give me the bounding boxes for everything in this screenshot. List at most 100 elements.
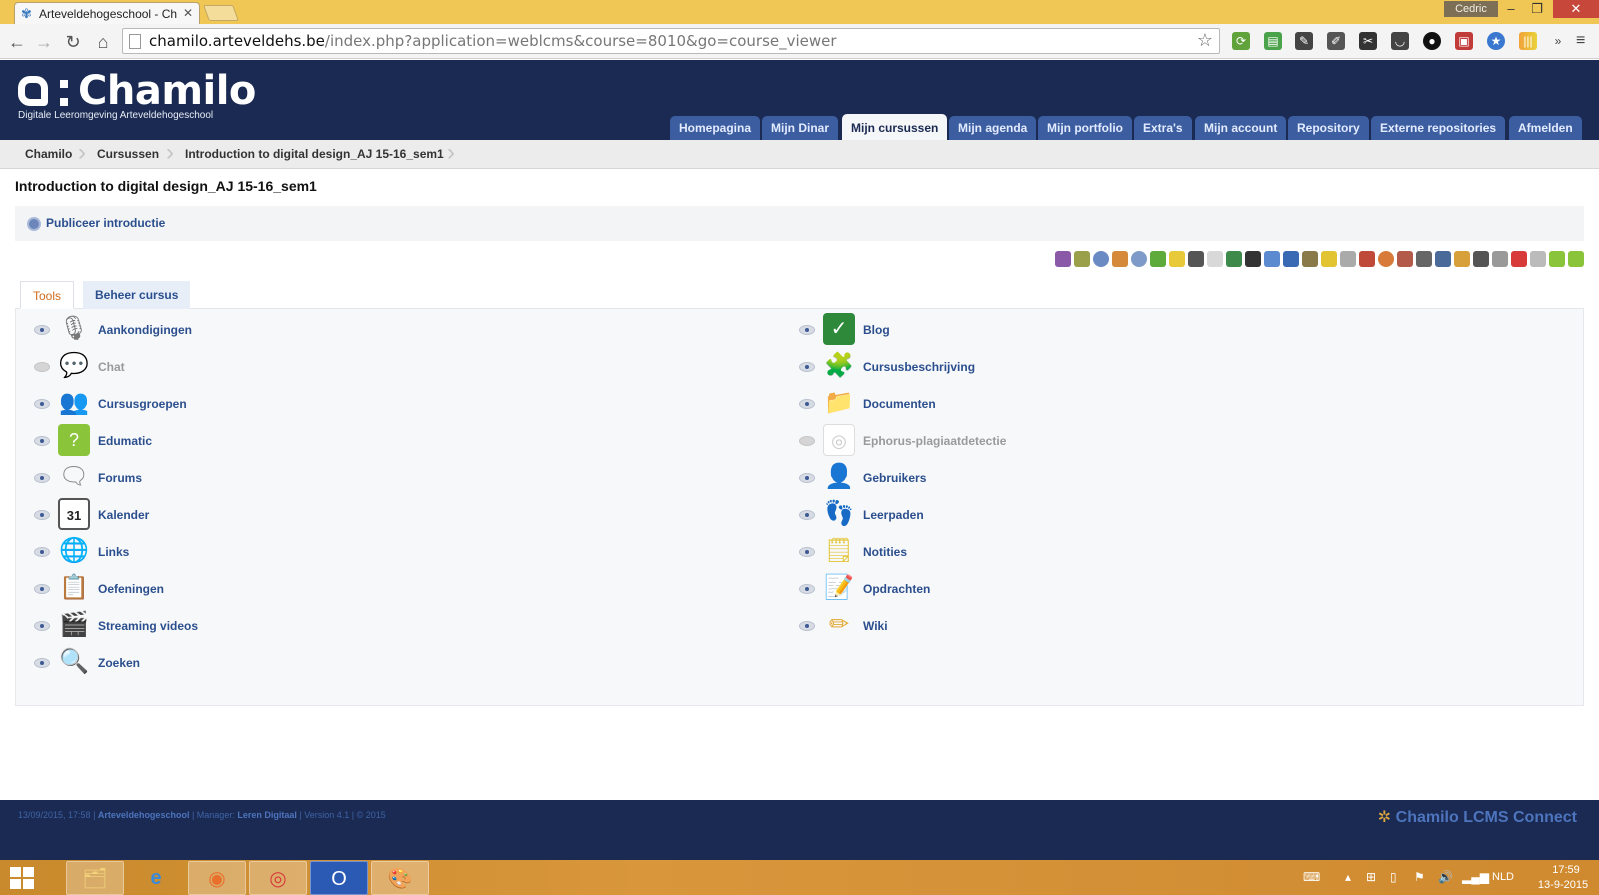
footer-manager-link[interactable]: Leren Digitaal <box>237 810 297 820</box>
tool-label[interactable]: Blog <box>863 323 890 337</box>
bookmark-star-icon[interactable]: ☆ <box>1197 30 1213 51</box>
tool-label[interactable]: Chat <box>98 360 125 374</box>
extension-pocket-icon[interactable]: ◡ <box>1391 32 1409 50</box>
visible-eye-icon[interactable] <box>34 584 50 594</box>
back-arrow-icon[interactable]: ← <box>6 31 28 53</box>
shortcut-icon[interactable] <box>1131 251 1147 267</box>
close-window-button[interactable]: ✕ <box>1553 0 1599 18</box>
visible-eye-icon[interactable] <box>34 473 50 483</box>
extension-print-icon[interactable]: ▤ <box>1264 32 1282 50</box>
network-signal-icon[interactable]: ▂▄▆ <box>1462 870 1489 884</box>
tool-label[interactable]: Streaming videos <box>98 619 198 633</box>
shortcut-icon[interactable] <box>1150 251 1166 267</box>
shortcut-icon[interactable] <box>1226 251 1242 267</box>
tab-tools[interactable]: Tools <box>20 281 75 309</box>
reload-icon[interactable]: ↻ <box>62 31 84 53</box>
nav-homepagina[interactable]: Homepagina <box>670 116 761 140</box>
hidden-eye-icon[interactable] <box>34 362 50 372</box>
tool-label[interactable]: Opdrachten <box>863 582 930 596</box>
tool-label[interactable]: Edumatic <box>98 434 152 448</box>
tool-cursusbeschrijving[interactable]: 🧩 Cursusbeschrijving <box>799 350 1319 384</box>
tray-windows-icon[interactable]: ⊞ <box>1366 870 1376 884</box>
shortcut-icon[interactable] <box>1302 251 1318 267</box>
visible-eye-icon[interactable] <box>34 658 50 668</box>
tool-label[interactable]: Zoeken <box>98 656 140 670</box>
shortcut-icon[interactable] <box>1093 251 1109 267</box>
tool-streaming-videos[interactable]: 🎬 Streaming videos <box>34 609 554 643</box>
shortcut-icon[interactable] <box>1397 251 1413 267</box>
nav-extras[interactable]: Extra's <box>1134 116 1192 140</box>
tool-edumatic[interactable]: ? Edumatic <box>34 424 554 458</box>
visible-eye-icon[interactable] <box>799 362 815 372</box>
tool-label[interactable]: Notities <box>863 545 907 559</box>
input-language[interactable]: NLD <box>1492 871 1514 883</box>
visible-eye-icon[interactable] <box>799 325 815 335</box>
tool-wiki[interactable]: ✏ Wiki <box>799 609 1319 643</box>
nav-externe-repositories[interactable]: Externe repositories <box>1371 116 1506 140</box>
tool-opdrachten[interactable]: 📝 Opdrachten <box>799 572 1319 606</box>
action-center-flag-icon[interactable]: ⚑ <box>1414 870 1425 884</box>
shortcut-icon[interactable] <box>1283 251 1299 267</box>
extension-scissors-icon[interactable]: ✂ <box>1359 32 1377 50</box>
shortcut-icon[interactable] <box>1112 251 1128 267</box>
shortcut-icon[interactable] <box>1416 251 1432 267</box>
visible-eye-icon[interactable] <box>799 621 815 631</box>
tool-leerpaden[interactable]: 👣 Leerpaden <box>799 498 1319 532</box>
keyboard-icon[interactable]: ⌨ <box>1303 870 1320 884</box>
visible-eye-icon[interactable] <box>34 436 50 446</box>
shortcut-icon[interactable] <box>1055 251 1071 267</box>
visible-eye-icon[interactable] <box>799 473 815 483</box>
chrome-menu-icon[interactable]: ≡ <box>1576 32 1585 50</box>
shortcut-icon[interactable] <box>1245 251 1261 267</box>
shortcut-icon[interactable] <box>1321 251 1337 267</box>
tool-label[interactable]: Links <box>98 545 129 559</box>
shortcut-icon[interactable] <box>1530 251 1546 267</box>
tool-ephorus[interactable]: ◎ Ephorus-plagiaatdetectie <box>799 424 1319 458</box>
tool-forums[interactable]: 🗨 Forums <box>34 461 554 495</box>
footer-org-link[interactable]: Arteveldehogeschool <box>98 810 190 820</box>
breadcrumb-course[interactable]: Introduction to digital design_AJ 15-16_… <box>185 140 444 168</box>
tool-label[interactable]: Wiki <box>863 619 888 633</box>
chrome-icon[interactable]: ◎ <box>249 861 307 895</box>
tool-chat[interactable]: 💬 Chat <box>34 350 554 384</box>
address-bar[interactable]: chamilo.arteveldehs.be/index.php?applica… <box>122 28 1220 54</box>
windows-start-icon[interactable] <box>10 867 34 889</box>
shortcut-icon[interactable] <box>1435 251 1451 267</box>
shortcut-icon[interactable] <box>1340 251 1356 267</box>
tool-oefeningen[interactable]: 📋 Oefeningen <box>34 572 554 606</box>
shortcut-icon[interactable] <box>1359 251 1375 267</box>
tool-zoeken[interactable]: 🔍 Zoeken <box>34 646 554 680</box>
shortcut-icon[interactable] <box>1074 251 1090 267</box>
nav-mijn-agenda[interactable]: Mijn agenda <box>949 116 1037 140</box>
publish-intro-link[interactable]: Publiceer introductie <box>46 216 165 230</box>
nav-mijn-cursussen[interactable]: Mijn cursussen <box>842 114 948 140</box>
visible-eye-icon[interactable] <box>799 399 815 409</box>
new-tab-button[interactable] <box>203 5 239 21</box>
tray-expand-icon[interactable]: ▴ <box>1345 870 1351 884</box>
paint-icon[interactable]: 🎨 <box>371 861 429 895</box>
forward-arrow-icon[interactable]: → <box>33 31 55 53</box>
shortcut-icon[interactable] <box>1511 251 1527 267</box>
tool-blog[interactable]: ✓ Blog <box>799 313 1319 347</box>
extension-pen-icon[interactable]: ✐ <box>1327 32 1345 50</box>
volume-icon[interactable]: 🔊 <box>1438 870 1453 884</box>
nav-repository[interactable]: Repository <box>1288 116 1369 140</box>
tool-cursusgroepen[interactable]: 👥 Cursusgroepen <box>34 387 554 421</box>
tool-aankondigingen[interactable]: 🎙 Aankondigingen <box>34 313 554 347</box>
tool-label[interactable]: Leerpaden <box>863 508 924 522</box>
tool-links[interactable]: 🌐 Links <box>34 535 554 569</box>
nav-afmelden[interactable]: Afmelden <box>1509 116 1582 140</box>
visible-eye-icon[interactable] <box>34 325 50 335</box>
tool-label[interactable]: Ephorus-plagiaatdetectie <box>863 434 1006 448</box>
visible-eye-icon[interactable] <box>34 510 50 520</box>
nav-mijn-dinar[interactable]: Mijn Dinar <box>762 116 839 140</box>
tab-close-icon[interactable]: ✕ <box>183 6 193 20</box>
shortcut-icon[interactable] <box>1473 251 1489 267</box>
tool-gebruikers[interactable]: 👤 Gebruikers <box>799 461 1319 495</box>
internet-explorer-icon[interactable]: e <box>127 861 185 895</box>
breadcrumb-chamilo[interactable]: Chamilo <box>25 140 72 168</box>
maximize-button[interactable]: ❐ <box>1522 0 1552 18</box>
clock-date[interactable]: 13-9-2015 <box>1533 879 1593 891</box>
more-extensions-icon[interactable]: » <box>1549 32 1567 50</box>
tool-kalender[interactable]: 31 Kalender <box>34 498 554 532</box>
